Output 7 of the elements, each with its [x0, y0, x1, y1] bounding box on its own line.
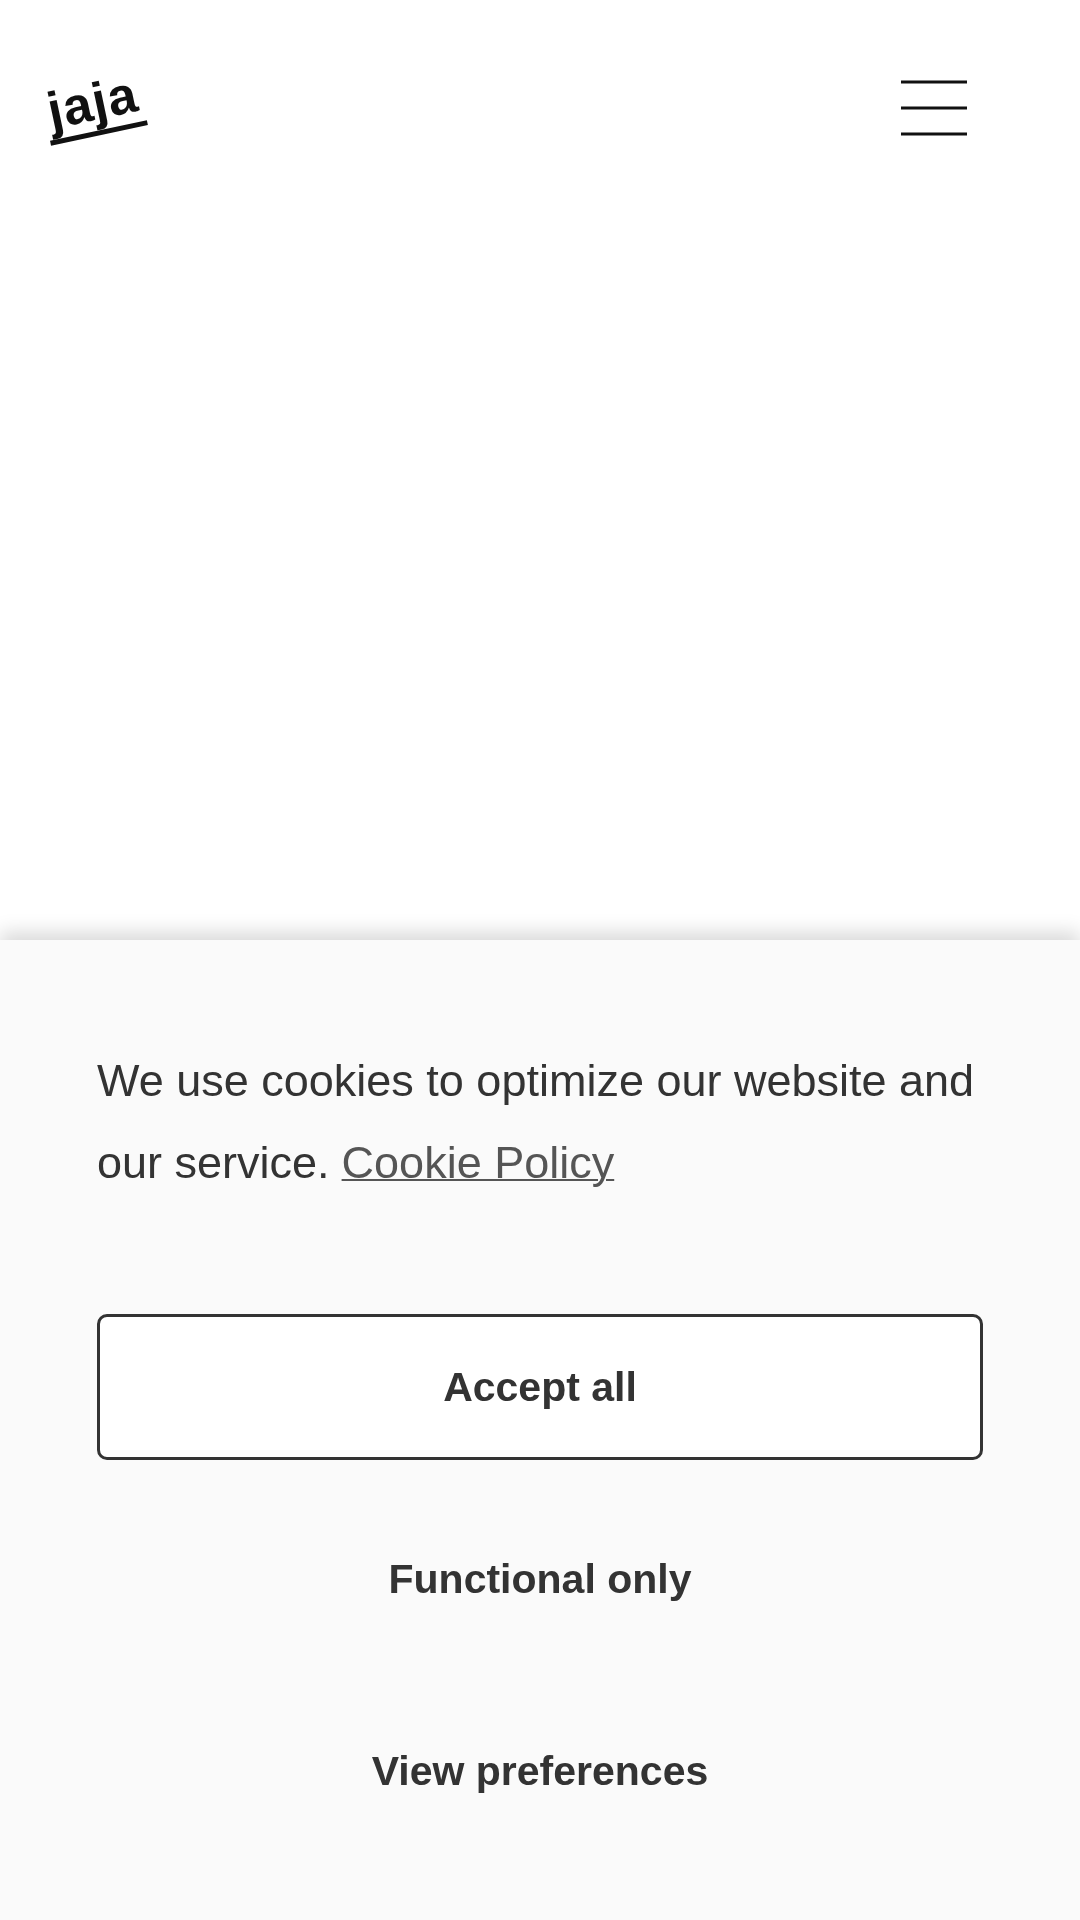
- option-button[interactable]: Functional only: [97, 1506, 983, 1652]
- cookie-message: We use cookies to optimize our website and our service. Cookie Policy: [97, 1054, 976, 1190]
- cookie-policy-link[interactable]: Cookie Policy: [341, 1137, 615, 1188]
- logo[interactable]: jaja: [39, 68, 148, 146]
- option-button[interactable]: View preferences: [97, 1698, 983, 1844]
- menu-icon[interactable]: [901, 80, 967, 136]
- accept-button[interactable]: Accept all: [97, 1314, 983, 1460]
